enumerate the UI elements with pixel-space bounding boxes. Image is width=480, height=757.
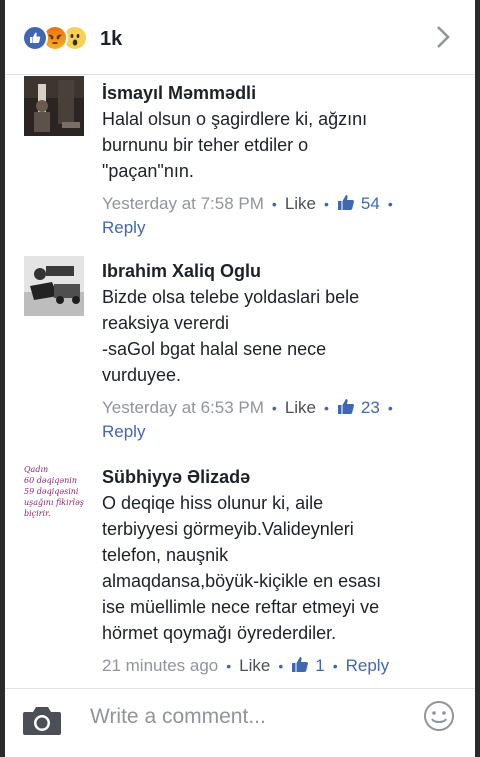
comment-composer: Write a comment... — [5, 688, 475, 757]
reaction-icons — [22, 25, 88, 51]
separator-dot: • — [387, 196, 393, 212]
avatar[interactable] — [24, 76, 84, 136]
separator-dot: • — [271, 196, 277, 212]
like-count[interactable]: 23 — [337, 398, 380, 417]
avatar-quote-line: uşağını fikirləşə — [24, 498, 84, 507]
camera-icon[interactable] — [22, 703, 62, 737]
avatar-quote-line: 60 dəqiqənin — [24, 476, 77, 485]
thumbs-up-icon — [337, 399, 354, 414]
reaction-count: 1k — [100, 28, 123, 50]
avatar-quote: Qadın 60 dəqiqənin 59 dəqiqəsini uşağını… — [24, 464, 84, 519]
thumbs-up-icon — [337, 195, 354, 210]
separator-dot: • — [226, 658, 232, 674]
like-link[interactable]: Like — [239, 656, 270, 675]
comment-author[interactable]: Ibrahim Xaliq Oglu — [102, 258, 432, 284]
smiley-icon[interactable] — [422, 699, 456, 733]
like-count-value: 23 — [360, 398, 380, 417]
chevron-right-icon[interactable] — [433, 24, 453, 50]
comment-timestamp: Yesterday at 7:58 PM — [102, 194, 264, 213]
separator-dot: • — [278, 658, 284, 674]
avatar-quote-line: biçirir. — [24, 509, 51, 518]
like-link[interactable]: Like — [285, 194, 316, 213]
avatar[interactable]: Qadın 60 dəqiqənin 59 dəqiqəsini uşağını… — [24, 462, 84, 522]
comments-panel: 1k İsmayıl Məmmədli Halal olsun o şagird… — [5, 0, 475, 757]
thumbs-up-icon — [292, 657, 309, 672]
separator-dot: • — [271, 400, 277, 416]
separator-dot: • — [324, 400, 329, 416]
like-reaction-icon — [22, 25, 48, 51]
like-count[interactable]: 54 — [337, 194, 380, 213]
like-link[interactable]: Like — [285, 398, 316, 417]
like-count-value: 1 — [315, 656, 325, 675]
avatar-quote-line: Qadın — [24, 465, 49, 474]
like-count[interactable]: 1 — [291, 656, 325, 675]
reply-link[interactable]: Reply — [346, 656, 389, 675]
comment-text: Halal olsun o şagirdlere ki, ağzını burn… — [102, 109, 368, 181]
avatar-quote-line: 59 dəqiqəsini — [24, 487, 79, 496]
comment-meta: 21 minutes ago • Like • 1 • Reply — [102, 654, 442, 678]
comment-timestamp: Yesterday at 6:53 PM — [102, 398, 264, 417]
like-count-value: 54 — [360, 194, 380, 213]
separator-dot: • — [324, 196, 329, 212]
comment-author[interactable]: İsmayıl Məmmədli — [102, 80, 432, 106]
reply-link[interactable]: Reply — [102, 218, 145, 237]
comment-meta: Yesterday at 7:58 PM • Like • 54 • Reply — [102, 192, 432, 239]
comment-text: O deqiqe hiss olunur ki, aile terbiyyesi… — [102, 493, 382, 643]
separator-dot: • — [332, 658, 338, 674]
comment-timestamp: 21 minutes ago — [102, 656, 219, 675]
reactions-header[interactable]: 1k — [5, 0, 475, 75]
comment-meta: Yesterday at 6:53 PM • Like • 23 • Reply — [102, 396, 432, 443]
reply-link[interactable]: Reply — [102, 422, 145, 441]
separator-dot: • — [387, 400, 393, 416]
comment-input[interactable]: Write a comment... — [90, 705, 266, 729]
comment-author[interactable]: Sübhiyyə Əlizadə — [102, 464, 442, 490]
comment-text: Bizde olsa telebe yoldaslari bele reaksi… — [102, 287, 360, 385]
avatar[interactable] — [24, 256, 84, 316]
